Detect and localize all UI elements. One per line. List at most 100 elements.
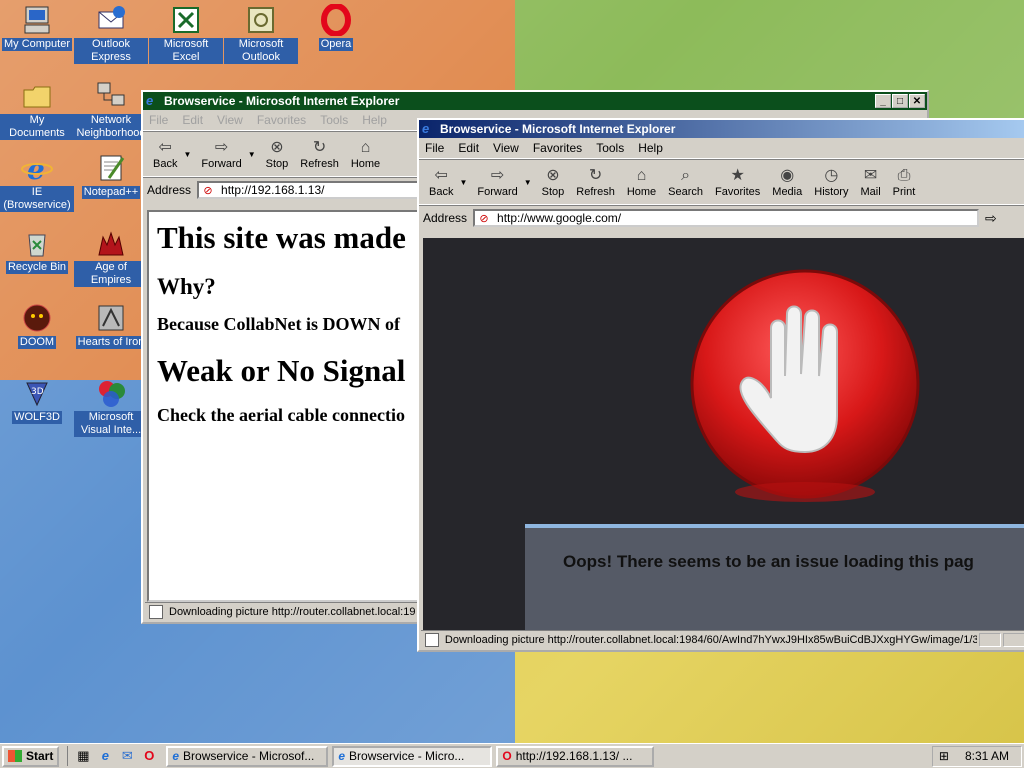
svg-text:e: e (27, 153, 45, 184)
taskbar-item-browservice-1[interactable]: e Browservice - Microsof... (166, 745, 329, 767)
menu-view[interactable]: View (217, 113, 243, 127)
refresh-button[interactable]: ↻ Refresh (294, 138, 345, 170)
desktop-icon-ie-browservice[interactable]: e IE (Browservice) (0, 152, 74, 212)
minimize-button[interactable]: _ (875, 94, 891, 108)
desktop-icon-my-documents[interactable]: My Documents (0, 80, 74, 140)
visual-interdev-icon (95, 377, 127, 409)
ie-icon[interactable]: e (96, 747, 114, 765)
stop-button[interactable]: ⊗ Stop (536, 166, 571, 198)
favorites-button[interactable]: ★ Favorites (709, 166, 766, 198)
menu-tools[interactable]: Tools (320, 113, 348, 127)
page-loading-icon (425, 633, 439, 647)
mail-icon: ✉ (863, 167, 878, 184)
windows-logo-icon (8, 750, 22, 762)
search-icon: ⌕ (681, 167, 691, 184)
menu-favorites[interactable]: Favorites (533, 141, 582, 155)
home-button[interactable]: ⌂ Home (621, 166, 662, 198)
menu-help[interactable]: Help (638, 141, 663, 155)
title-bar[interactable]: e Browservice - Microsoft Internet Explo… (143, 92, 927, 110)
close-button[interactable]: ✕ (909, 94, 925, 108)
taskbar-item-opera[interactable]: O http://192.168.1.13/ ... (496, 745, 655, 767)
forward-button[interactable]: ⇨ Forward (471, 166, 523, 198)
window-title: Browservice - Microsoft Internet Explore… (440, 122, 676, 136)
menu-help[interactable]: Help (362, 113, 387, 127)
recycle-bin-icon (21, 227, 53, 259)
notepad-icon (95, 152, 127, 184)
home-button[interactable]: ⌂ Home (345, 138, 386, 170)
desktop-icon-my-computer[interactable]: My Computer (0, 4, 74, 51)
desktop-icon-excel[interactable]: Microsoft Excel (149, 4, 223, 64)
history-button[interactable]: ◷ History (808, 166, 854, 198)
doom-icon (21, 302, 53, 334)
desktop-icon-notepad[interactable]: Notepad++ (74, 152, 148, 199)
hearts-of-iron-icon (95, 302, 127, 334)
stop-icon: ⊗ (546, 167, 560, 184)
quick-launch: ▦ e ✉ O (67, 746, 162, 766)
system-tray: ⊞ 8:31 AM (931, 745, 1022, 767)
forward-arrow-icon: ⇨ (490, 167, 505, 184)
show-desktop-icon[interactable]: ▦ (74, 747, 92, 765)
media-button[interactable]: ◉ Media (766, 166, 808, 198)
history-icon: ◷ (824, 167, 839, 184)
desktop-icon-opera[interactable]: Opera (299, 3, 373, 51)
taskbar: Start ▦ e ✉ O e Browservice - Microsof..… (0, 743, 1024, 768)
menu-favorites[interactable]: Favorites (257, 113, 306, 127)
desktop-icon-outlook[interactable]: Microsoft Outlook (224, 4, 298, 64)
desktop-icon-network[interactable]: Network Neighborhood (74, 80, 148, 140)
back-button[interactable]: ⇦ Back (147, 138, 183, 170)
page-icon: ⊘ (203, 185, 213, 197)
back-button[interactable]: ⇦ Back (423, 166, 459, 198)
address-bar: Address ⊘ http://www.google.com/ ⇨ (419, 205, 1024, 230)
address-value: http://www.google.com/ (497, 211, 622, 225)
desktop-icon-wolf3d[interactable]: 3D WOLF3D (0, 377, 74, 424)
desktop-icon-recycle-bin[interactable]: Recycle Bin (0, 227, 74, 274)
desktop-icon-doom[interactable]: DOOM (0, 302, 74, 349)
dropdown-arrow-icon[interactable]: ▼ (248, 150, 256, 159)
status-bar: Downloading picture http://router.collab… (421, 630, 1024, 649)
taskbar-item-browservice-2[interactable]: e Browservice - Micro... (332, 745, 493, 767)
forward-button[interactable]: ⇨ Forward (195, 138, 247, 170)
print-button[interactable]: ⎙ Print (887, 166, 922, 198)
desktop-icon-visual-interdev[interactable]: Microsoft Visual Inte... (74, 377, 148, 437)
menu-view[interactable]: View (493, 141, 519, 155)
address-value: http://192.168.1.13/ (221, 183, 325, 197)
menu-edit[interactable]: Edit (458, 141, 479, 155)
page-icon: ⊘ (479, 213, 489, 225)
browser-window-front[interactable]: e Browservice - Microsoft Internet Explo… (417, 118, 1024, 652)
computer-icon (21, 4, 53, 36)
dropdown-arrow-icon[interactable]: ▼ (459, 178, 467, 187)
start-button[interactable]: Start (2, 745, 60, 767)
back-arrow-icon: ⇦ (434, 167, 448, 184)
home-icon: ⌂ (360, 139, 371, 156)
menu-file[interactable]: File (425, 141, 444, 155)
home-icon: ⌂ (636, 167, 647, 184)
outlook-express-icon[interactable]: ✉ (118, 747, 136, 765)
dropdown-arrow-icon[interactable]: ▼ (183, 150, 191, 159)
desktop-icon-age-of-empires[interactable]: Age of Empires (74, 227, 148, 287)
refresh-button[interactable]: ↻ Refresh (570, 166, 621, 198)
desktop-icon-outlook-express[interactable]: Outlook Express (74, 4, 148, 64)
address-label: Address (423, 211, 468, 225)
go-arrow-icon[interactable]: ⇨ (985, 210, 997, 227)
folder-icon (21, 80, 53, 112)
clock[interactable]: 8:31 AM (965, 749, 1009, 763)
stop-button[interactable]: ⊗ Stop (260, 138, 295, 170)
opera-icon[interactable]: O (140, 747, 158, 765)
page-loading-icon (149, 605, 163, 619)
menu-tools[interactable]: Tools (596, 141, 624, 155)
maximize-button[interactable]: □ (892, 94, 908, 108)
address-input[interactable]: ⊘ http://www.google.com/ (473, 209, 980, 227)
dropdown-arrow-icon[interactable]: ▼ (524, 178, 532, 187)
status-text: Downloading picture http://router.collab… (169, 606, 416, 618)
search-button[interactable]: ⌕ Search (662, 166, 709, 198)
title-bar[interactable]: e Browservice - Microsoft Internet Explo… (419, 120, 1024, 138)
menu-file[interactable]: File (149, 113, 168, 127)
toolbar: ⇦ Back ▼ ⇨ Forward ▼ ⊗ Stop ↻ Refresh ⌂ Home … (419, 159, 1024, 205)
ie-icon: e (21, 152, 53, 186)
print-icon: ⎙ (897, 167, 911, 184)
ie-icon: e (422, 121, 430, 136)
menu-edit[interactable]: Edit (182, 113, 203, 127)
desktop-icon-hearts-of-iron[interactable]: Hearts of Iron (74, 302, 148, 349)
mail-button[interactable]: ✉ Mail (854, 166, 886, 198)
network-tray-icon[interactable]: ⊞ (939, 749, 949, 763)
